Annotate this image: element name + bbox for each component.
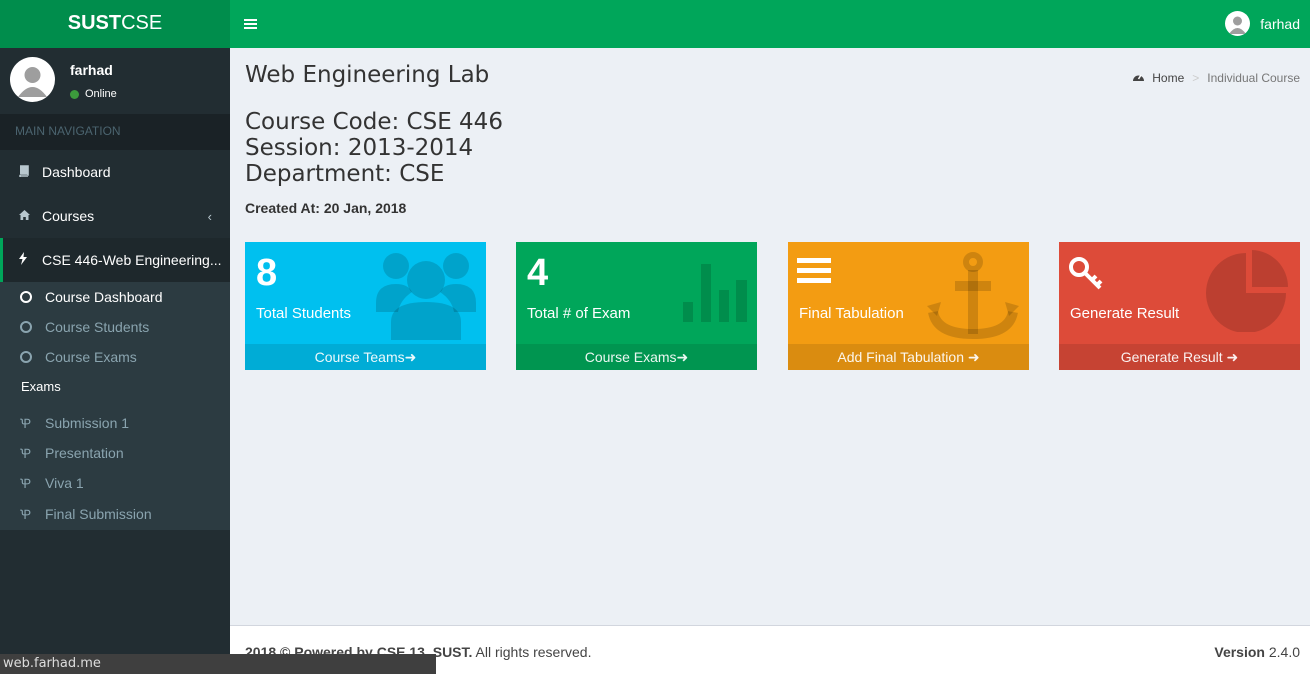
total-exams-label: Total # of Exam <box>527 305 631 322</box>
sidebar-item-course-dashboard[interactable]: Course Dashboard <box>0 282 230 312</box>
info-boxes: 8 Total Students Course Teams➜ 4 Total #… <box>245 242 1300 370</box>
dashboard-icon <box>1132 71 1145 85</box>
user-status: Online <box>70 88 117 100</box>
total-exams-value: 4 <box>527 252 549 294</box>
course-session: Session: 2013-2014 <box>245 135 474 161</box>
status-url: web.farhad.me <box>3 656 101 671</box>
user-menu[interactable]: farhad <box>1225 11 1300 36</box>
circle-icon <box>20 351 32 363</box>
key-icon <box>1068 256 1104 295</box>
menu-toggle-icon[interactable] <box>244 14 257 35</box>
sidebar-item-course-cse446[interactable]: CSE 446-Web Engineering... <box>0 238 230 282</box>
breadcrumb-separator: > <box>1192 71 1200 85</box>
generate-result-label: Generate Result <box>1070 305 1180 322</box>
sidebar-item-dashboard[interactable]: Dashboard <box>0 150 230 194</box>
anchor-icon <box>927 250 1019 345</box>
small-box-final-tabulation: Final Tabulation Add Final Tabulation ➜ <box>788 242 1029 370</box>
bar-chart-icon <box>683 262 747 325</box>
small-box-generate-result: Generate Result Generate Result ➜ <box>1059 242 1300 370</box>
breadcrumb: Home > Individual Course <box>1132 71 1300 85</box>
sidebar-item-exam-submission-1[interactable]: Ꝕ Submission 1 <box>0 408 230 438</box>
users-icon <box>376 248 476 343</box>
circle-icon <box>20 321 32 333</box>
bolt-icon <box>18 252 42 268</box>
add-final-tabulation-link[interactable]: Add Final Tabulation ➜ <box>788 344 1029 370</box>
top-navbar: farhad <box>230 0 1310 48</box>
course-department: Department: CSE <box>245 161 445 187</box>
exams-section-label: Exams <box>21 379 61 394</box>
arrow-circle-right-icon: ➜ <box>676 349 689 365</box>
list-icon <box>797 256 831 289</box>
user-panel: farhad Online <box>0 48 230 114</box>
breadcrumb-current: Individual Course <box>1207 71 1300 85</box>
course-submenu: Course Dashboard Course Students Course … <box>0 282 230 530</box>
sidebar: SUSTCSE farhad Online MAIN NAVIGATION Da… <box>0 0 230 674</box>
total-students-value: 8 <box>256 252 278 294</box>
created-at: Created At: 20 Jan, 2018 <box>245 200 407 216</box>
content-wrapper: Web Engineering Lab Home > Individual Co… <box>230 48 1310 625</box>
sidebar-item-course-students[interactable]: Course Students <box>0 312 230 342</box>
circle-icon <box>20 291 32 303</box>
user-name: farhad <box>70 62 113 78</box>
sidebar-item-course-exams[interactable]: Course Exams <box>0 342 230 372</box>
code-fork-icon: Ꝕ <box>20 476 32 491</box>
page-title: Web Engineering Lab <box>245 62 490 88</box>
course-exams-link[interactable]: Course Exams➜ <box>516 344 757 370</box>
browser-status-bar: web.farhad.me <box>0 654 436 674</box>
avatar <box>1225 11 1251 36</box>
online-dot-icon <box>70 89 79 99</box>
code-fork-icon: Ꝕ <box>20 446 32 461</box>
version-text: Version 2.4.0 <box>1214 644 1300 660</box>
nav-header: MAIN NAVIGATION <box>0 114 230 150</box>
chevron-left-icon: ‹ <box>207 208 212 224</box>
sidebar-item-exam-presentation[interactable]: Ꝕ Presentation <box>0 438 230 468</box>
course-code: Course Code: CSE 446 <box>245 109 503 135</box>
sidebar-item-courses[interactable]: Courses ‹ <box>0 194 230 238</box>
pie-chart-icon <box>1206 250 1288 335</box>
top-user-name: farhad <box>1260 15 1300 32</box>
app-logo[interactable]: SUSTCSE <box>0 0 230 48</box>
final-tabulation-label: Final Tabulation <box>799 305 904 322</box>
generate-result-link[interactable]: Generate Result ➜ <box>1059 344 1300 370</box>
course-teams-link[interactable]: Course Teams➜ <box>245 344 486 370</box>
arrow-circle-right-icon: ➜ <box>404 349 417 365</box>
total-students-label: Total Students <box>256 305 352 322</box>
avatar <box>10 57 55 102</box>
sidebar-item-exam-viva-1[interactable]: Ꝕ Viva 1 <box>0 468 230 498</box>
sidebar-item-exam-final-submission[interactable]: Ꝕ Final Submission <box>0 498 230 530</box>
code-fork-icon: Ꝕ <box>20 507 32 522</box>
small-box-total-students: 8 Total Students Course Teams➜ <box>245 242 486 370</box>
course-info: Course Code: CSE 446 Session: 2013-2014 … <box>245 109 503 187</box>
home-icon <box>18 209 42 224</box>
breadcrumb-home[interactable]: Home <box>1152 71 1184 85</box>
code-fork-icon: Ꝕ <box>20 416 32 431</box>
arrow-circle-right-icon: ➜ <box>1226 349 1239 365</box>
book-icon <box>18 164 42 180</box>
arrow-circle-right-icon: ➜ <box>967 349 980 365</box>
small-box-total-exams: 4 Total # of Exam Course Exams➜ <box>516 242 757 370</box>
